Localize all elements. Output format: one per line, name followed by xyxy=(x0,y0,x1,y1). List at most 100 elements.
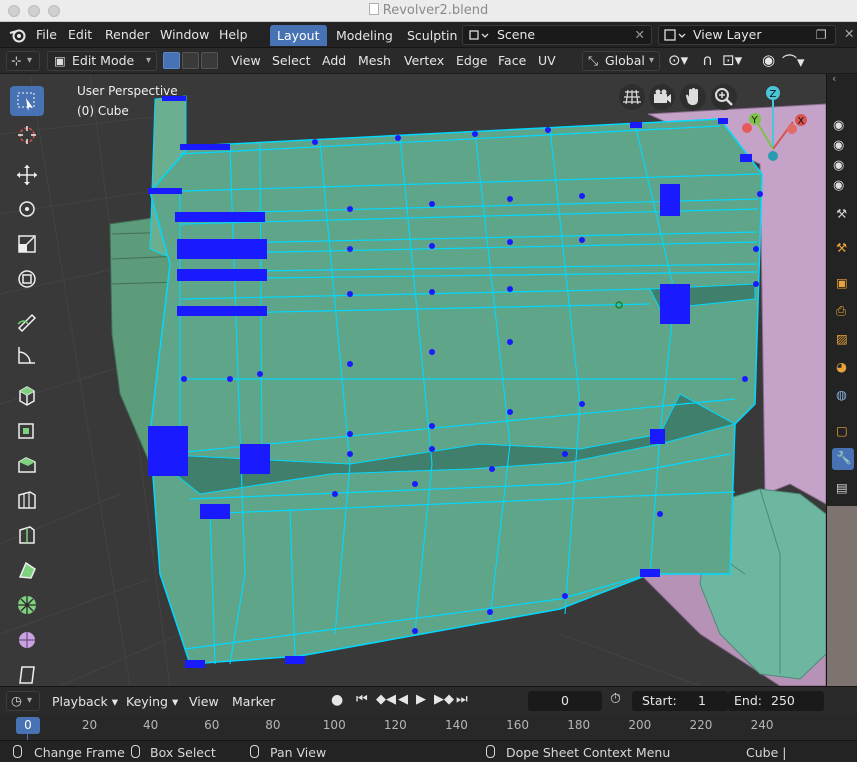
camera-visibility-icon[interactable]: ◉ xyxy=(833,138,844,153)
menu-vertex[interactable]: Vertex xyxy=(404,53,444,68)
menu-keying[interactable]: Keying ▾ xyxy=(126,694,178,709)
modifier-properties-tab[interactable]: 🔧 xyxy=(832,448,854,470)
view-layer-properties-tab[interactable]: ▨ xyxy=(832,329,854,351)
transform-orientation-selector[interactable]: ⤡ Global ▾ xyxy=(582,51,660,71)
timeline-editor-type-menu[interactable]: ◷ ▾ xyxy=(6,691,40,711)
gizmo-neg-y-axis[interactable] xyxy=(742,123,752,133)
vertex-select-button[interactable] xyxy=(163,52,180,69)
falloff-icon[interactable]: ⌒▾ xyxy=(782,51,805,72)
world-properties-tab[interactable]: ◍ xyxy=(832,385,854,407)
menu-mesh[interactable]: Mesh xyxy=(358,53,391,68)
bevel-tool[interactable] xyxy=(10,485,44,515)
extrude-icon xyxy=(18,423,34,439)
camera-visibility-icon[interactable]: ◉ xyxy=(833,118,844,133)
camera-visibility-icon[interactable]: ◉ xyxy=(833,178,844,193)
transform-tool[interactable] xyxy=(10,264,44,294)
start-frame-value: 1 xyxy=(698,693,706,708)
tab-modeling[interactable]: Modeling xyxy=(329,25,400,46)
mode-selector[interactable]: ▣ Edit Mode ▾ xyxy=(47,51,157,71)
blender-logo-icon[interactable] xyxy=(9,27,27,43)
output-properties-tab[interactable]: ⎙ xyxy=(832,301,854,323)
menu-face[interactable]: Face xyxy=(498,53,526,68)
start-frame-field[interactable]: Start: 1 xyxy=(632,691,728,711)
measure-tool[interactable] xyxy=(10,340,44,370)
timeline-ruler[interactable]: 0 20 40 60 80 100 120 140 160 180 200 220 240 xyxy=(0,714,857,740)
inset-tool[interactable] xyxy=(10,450,44,480)
playhead-frame-indicator[interactable]: 0 xyxy=(16,717,40,734)
play-reverse-icon[interactable]: ◀ xyxy=(398,692,408,707)
play-icon[interactable]: ▶ xyxy=(416,692,426,707)
pan-view-button[interactable] xyxy=(680,84,706,110)
proportional-editing-icon[interactable]: ◉ xyxy=(762,51,775,69)
snap-target-icon[interactable]: ⊡▾ xyxy=(722,51,742,69)
tab-layout[interactable]: Layout xyxy=(270,25,327,46)
extrude-tool[interactable] xyxy=(10,415,44,445)
collapse-chevron-icon[interactable]: ‹ xyxy=(832,72,836,85)
snap-icon[interactable]: ∩ xyxy=(702,51,713,69)
menu-edit[interactable]: Edit xyxy=(68,27,92,42)
rotate-tool[interactable] xyxy=(10,194,44,224)
poly-build-tool[interactable] xyxy=(10,555,44,585)
menu-playback[interactable]: Playback ▾ xyxy=(52,694,118,709)
stopwatch-icon[interactable]: ⏱ xyxy=(610,691,621,707)
end-frame-field[interactable]: End: 250 xyxy=(728,691,824,711)
menu-select[interactable]: Select xyxy=(272,53,311,68)
record-keyframes-icon[interactable]: ● xyxy=(331,692,343,708)
edge-select-button[interactable] xyxy=(182,52,199,69)
jump-to-end-icon[interactable]: ⏭ xyxy=(456,692,468,707)
scene-selector[interactable]: Scene ✕ xyxy=(462,25,652,45)
viewport-header: ⊹ ▾ ▣ Edit Mode ▾ View Select Add Mesh V… xyxy=(0,48,857,74)
scale-tool[interactable] xyxy=(10,229,44,259)
loop-cut-tool[interactable] xyxy=(10,520,44,550)
toggle-quad-view-button[interactable] xyxy=(619,84,645,110)
zoom-view-button[interactable] xyxy=(711,84,737,110)
gizmo-neg-z-axis[interactable] xyxy=(768,151,778,161)
shear-tool[interactable] xyxy=(10,659,44,686)
camera-view-button[interactable] xyxy=(649,84,675,110)
tab-sculpting[interactable]: Sculptin xyxy=(400,25,464,46)
tool-properties-tab[interactable]: ⚒ xyxy=(832,238,854,260)
menu-add[interactable]: Add xyxy=(322,53,346,68)
tool-properties-tab[interactable]: ⚒ xyxy=(832,204,854,226)
camera-visibility-icon[interactable]: ◉ xyxy=(833,158,844,173)
menu-view[interactable]: View xyxy=(231,53,261,68)
remove-view-layer-icon[interactable]: ✕ xyxy=(844,26,854,41)
menu-file[interactable]: File xyxy=(36,27,57,42)
add-cube-tool[interactable] xyxy=(10,380,44,410)
close-icon[interactable]: ✕ xyxy=(635,26,645,44)
cursor-tool[interactable] xyxy=(10,120,44,150)
annotate-icon xyxy=(17,313,37,332)
navigation-gizmo[interactable]: Z X Y xyxy=(735,82,815,172)
view-layer-selector[interactable]: View Layer ❐ xyxy=(658,25,836,45)
annotate-tool[interactable] xyxy=(10,306,44,336)
menu-render[interactable]: Render xyxy=(105,27,150,42)
editor-type-menu[interactable]: ⊹ ▾ xyxy=(6,51,40,71)
copy-view-layer-icon[interactable]: ❐ xyxy=(816,26,827,44)
jump-to-start-icon[interactable]: ⏮ xyxy=(356,692,368,707)
render-properties-tab[interactable]: ▣ xyxy=(832,273,854,295)
menu-uv[interactable]: UV xyxy=(538,53,556,68)
object-properties-tab[interactable]: ▢ xyxy=(832,421,854,443)
smooth-tool[interactable] xyxy=(10,625,44,655)
top-menu-bar: File Edit Render Window Help Layout Mode… xyxy=(0,22,857,48)
edit-mode-icon: ▣ xyxy=(54,53,66,68)
move-tool[interactable] xyxy=(10,160,44,190)
spin-tool[interactable] xyxy=(10,590,44,620)
scene-properties-tab[interactable]: ◕ xyxy=(832,357,854,379)
select-box-tool[interactable] xyxy=(10,86,44,116)
jump-to-next-keyframe-icon[interactable]: ▶◆ xyxy=(434,692,454,707)
menu-timeline-view[interactable]: View xyxy=(189,694,219,709)
menu-window[interactable]: Window xyxy=(160,27,209,42)
current-frame-field[interactable]: 0 xyxy=(528,691,602,711)
jump-to-previous-keyframe-icon[interactable]: ◆◀ xyxy=(376,692,396,707)
3d-viewport[interactable]: User Perspective (0) Cube Z X Y xyxy=(0,74,826,686)
grid-icon xyxy=(623,89,641,105)
menu-edge[interactable]: Edge xyxy=(456,53,487,68)
face-select-button[interactable] xyxy=(201,52,218,69)
viewport-canvas[interactable] xyxy=(0,74,826,686)
particle-properties-tab[interactable]: ▤ xyxy=(832,478,854,500)
pivot-point-icon[interactable]: ⊙▾ xyxy=(668,51,688,69)
menu-marker[interactable]: Marker xyxy=(232,694,275,709)
menu-help[interactable]: Help xyxy=(219,27,248,42)
gizmo-neg-x-axis[interactable] xyxy=(787,124,797,134)
